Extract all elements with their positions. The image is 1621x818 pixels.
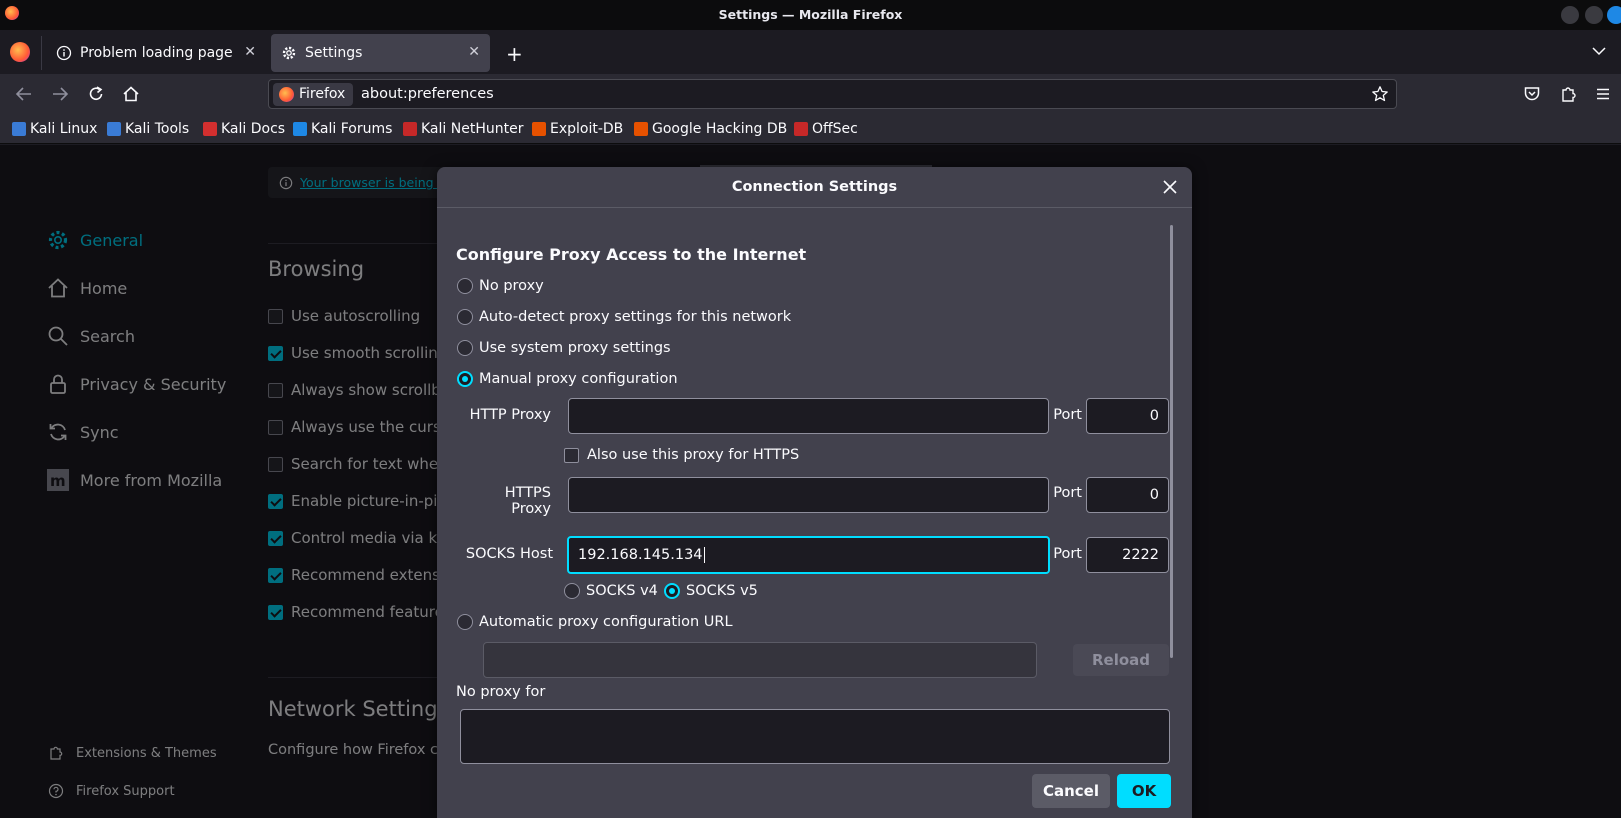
url-bar[interactable]: Firefox about:preferences (268, 79, 1397, 109)
radio-button[interactable] (457, 309, 473, 325)
port-label: Port (1053, 546, 1082, 562)
radio-auto-detect[interactable]: Auto-detect proxy settings for this netw… (457, 309, 791, 325)
pac-url-input[interactable] (483, 642, 1037, 678)
socks-host-value: 192.168.145.134 (578, 547, 703, 563)
exploit-db-icon (532, 122, 546, 136)
socks-port-input[interactable]: 2222 (1086, 537, 1169, 573)
cancel-button[interactable]: Cancel (1032, 774, 1110, 808)
close-tab-icon[interactable]: ✕ (244, 44, 256, 60)
tab-problem-loading[interactable]: Problem loading page ✕ (46, 34, 266, 72)
reload-button[interactable]: Reload (1073, 644, 1169, 676)
gear-icon (282, 46, 296, 60)
kali-tools-icon (107, 122, 121, 136)
radio-button[interactable] (457, 371, 473, 387)
radio-socks-v4[interactable]: SOCKS v4 (564, 583, 658, 599)
connection-settings-dialog: Connection Settings Configure Proxy Acce… (437, 167, 1192, 818)
radio-button[interactable] (664, 583, 680, 599)
menu-icon[interactable] (1595, 86, 1611, 102)
radio-manual-proxy[interactable]: Manual proxy configuration (457, 371, 678, 387)
chevron-down-icon[interactable] (1591, 45, 1607, 57)
close-icon[interactable] (1160, 177, 1180, 197)
offsec-icon (794, 122, 808, 136)
https-proxy-label: HTTPS Proxy (504, 485, 551, 517)
also-use-for-https[interactable]: Also use this proxy for HTTPS (564, 447, 799, 463)
radio-system-proxy[interactable]: Use system proxy settings (457, 340, 671, 356)
url-text[interactable]: about:preferences (361, 86, 494, 102)
firefox-logo-icon (279, 87, 294, 102)
bookmark-kali-docs[interactable]: Kali Docs (203, 121, 285, 137)
pocket-icon[interactable] (1523, 85, 1541, 103)
tab-divider (41, 36, 42, 70)
port-label: Port (1053, 407, 1082, 423)
bookmark-kali-tools[interactable]: Kali Tools (107, 121, 189, 137)
https-port-input[interactable]: 0 (1086, 477, 1169, 513)
bookmark-kali-forums[interactable]: Kali Forums (293, 121, 392, 137)
radio-socks-v5[interactable]: SOCKS v5 (664, 583, 758, 599)
no-proxy-for-label: No proxy for (456, 684, 546, 700)
forward-icon[interactable] (51, 86, 69, 102)
proxy-section-title: Configure Proxy Access to the Internet (456, 245, 807, 264)
firefox-view-icon[interactable] (10, 42, 30, 62)
identity-box[interactable]: Firefox (273, 83, 354, 106)
radio-no-proxy[interactable]: No proxy (457, 278, 544, 294)
checkbox[interactable] (564, 447, 579, 463)
new-tab-button[interactable]: + (506, 42, 523, 66)
ghdb-icon (634, 122, 648, 136)
http-proxy-input[interactable] (568, 398, 1049, 434)
nethunter-icon (403, 122, 417, 136)
radio-button[interactable] (457, 278, 473, 294)
no-proxy-for-textarea[interactable] (460, 709, 1170, 764)
socks-host-label: SOCKS Host (465, 546, 553, 562)
dialog-scrollbar[interactable] (1170, 225, 1173, 658)
bookmark-offsec[interactable]: OffSec (794, 121, 858, 137)
extensions-icon[interactable] (1559, 85, 1577, 103)
title-bar: Settings — Mozilla Firefox (0, 0, 1621, 30)
bookmark-kali-linux[interactable]: Kali Linux (12, 121, 97, 137)
close-window-button[interactable] (1607, 6, 1621, 24)
minimize-button[interactable] (1561, 6, 1579, 24)
dialog-title: Connection Settings (731, 179, 898, 195)
radio-button[interactable] (564, 583, 580, 599)
radio-button[interactable] (457, 340, 473, 356)
close-tab-icon[interactable]: ✕ (468, 44, 480, 60)
bookmark-google-hacking-db[interactable]: Google Hacking DB (634, 121, 787, 137)
kali-dragon-icon (12, 122, 26, 136)
radio-auto-proxy-url[interactable]: Automatic proxy configuration URL (457, 614, 733, 630)
http-proxy-label: HTTP Proxy (469, 407, 551, 423)
reload-icon[interactable] (87, 85, 105, 103)
bookmark-star-icon[interactable] (1371, 85, 1389, 103)
ok-button[interactable]: OK (1117, 774, 1171, 808)
http-port-input[interactable]: 0 (1086, 398, 1169, 434)
https-proxy-input[interactable] (568, 477, 1049, 513)
port-label: Port (1053, 485, 1082, 501)
home-icon[interactable] (122, 85, 140, 103)
window-title: Settings — Mozilla Firefox (718, 7, 903, 22)
kali-forums-icon (293, 122, 307, 136)
radio-button[interactable] (457, 614, 473, 630)
text-caret (703, 547, 705, 563)
tab-settings[interactable]: Settings ✕ (271, 34, 490, 72)
dialog-header: Connection Settings (437, 167, 1192, 208)
bookmark-kali-nethunter[interactable]: Kali NetHunter (403, 121, 523, 137)
identity-label: Firefox (299, 86, 346, 102)
tab-label: Problem loading page (80, 45, 233, 61)
bookmark-exploit-db[interactable]: Exploit-DB (532, 121, 623, 137)
info-icon (56, 45, 72, 61)
back-icon[interactable] (15, 86, 33, 102)
tab-label: Settings (305, 45, 363, 61)
kali-docs-icon (203, 122, 217, 136)
socks-host-input[interactable]: 192.168.145.134 (567, 536, 1050, 574)
maximize-button[interactable] (1585, 6, 1603, 24)
